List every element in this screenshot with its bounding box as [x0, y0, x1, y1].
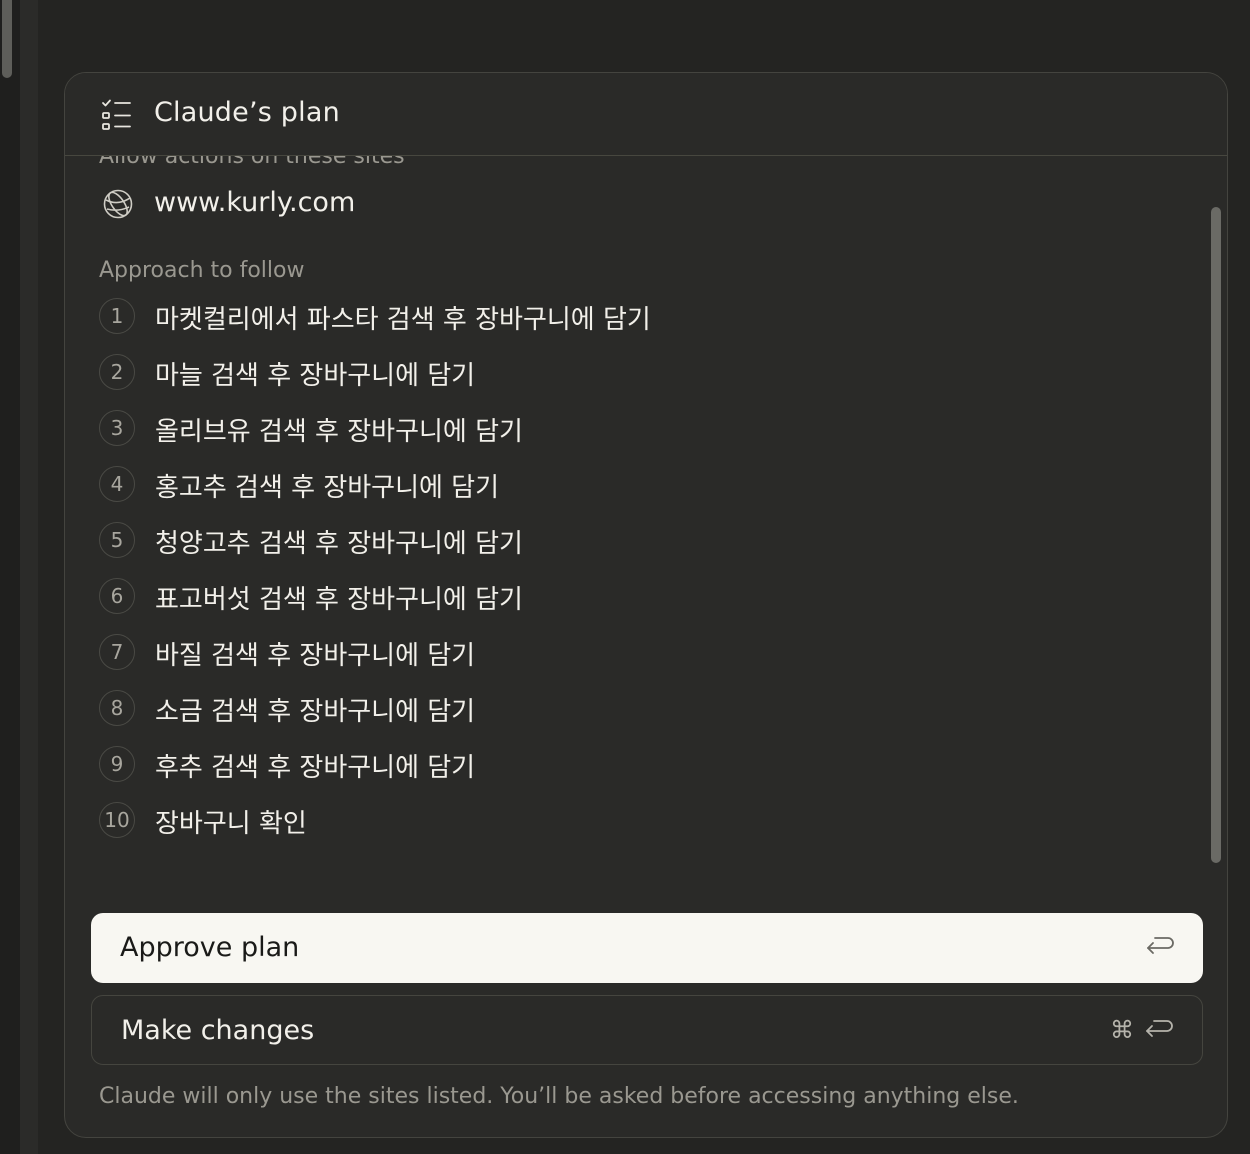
approve-plan-button[interactable]: Approve plan [91, 913, 1203, 983]
step-text: 마늘 검색 후 장바구니에 담기 [155, 361, 476, 391]
step-text: 표고버섯 검색 후 장바구니에 담기 [155, 585, 523, 615]
step-text: 장바구니 확인 [155, 809, 307, 839]
step-number: 2 [99, 354, 135, 390]
return-key-icon [1146, 1020, 1173, 1037]
step-number: 6 [99, 578, 135, 614]
rail-scrollbar-thumb[interactable] [2, 0, 12, 78]
make-changes-label: Make changes [121, 1015, 315, 1046]
make-changes-button[interactable]: Make changes ⌘ [91, 995, 1203, 1065]
footer-note: Claude will only use the sites listed. Y… [99, 1084, 1019, 1109]
left-panel-edge [20, 0, 38, 1154]
step-number: 9 [99, 746, 135, 782]
app-window: Claude’s plan Allow actions on these sit… [0, 0, 1250, 1154]
plan-scrollbar[interactable] [1211, 207, 1221, 863]
step-number: 10 [99, 802, 135, 838]
approach-heading: Approach to follow [99, 258, 305, 283]
step-text: 바질 검색 후 장바구니에 담기 [155, 641, 476, 671]
plan-scroll-region[interactable]: Allow actions on these sites www.kurly.c… [65, 156, 1227, 891]
step-text: 소금 검색 후 장바구니에 담기 [155, 697, 476, 727]
step-text: 후추 검색 후 장바구니에 담기 [155, 753, 476, 783]
globe-icon [103, 189, 133, 219]
left-rail [0, 0, 21, 1154]
site-url: www.kurly.com [154, 187, 356, 218]
checklist-icon [102, 99, 131, 130]
step-text: 마켓컬리에서 파스타 검색 후 장바구니에 담기 [155, 305, 651, 335]
step-number: 1 [99, 298, 135, 334]
return-key-icon [1147, 937, 1174, 954]
step-number: 8 [99, 690, 135, 726]
step-number: 5 [99, 522, 135, 558]
plan-card-header: Claude’s plan [65, 73, 1227, 156]
step-number: 7 [99, 634, 135, 670]
plan-card: Claude’s plan Allow actions on these sit… [64, 72, 1228, 1138]
step-text: 청양고추 검색 후 장바구니에 담기 [155, 529, 523, 559]
plan-title: Claude’s plan [154, 97, 340, 128]
step-text: 홍고추 검색 후 장바구니에 담기 [155, 473, 500, 503]
step-number: 3 [99, 410, 135, 446]
command-icon: ⌘ [1110, 1016, 1134, 1044]
approve-plan-label: Approve plan [120, 932, 300, 963]
step-text: 올리브유 검색 후 장바구니에 담기 [155, 417, 523, 447]
allowed-sites-heading: Allow actions on these sites [99, 156, 405, 169]
step-number: 4 [99, 466, 135, 502]
